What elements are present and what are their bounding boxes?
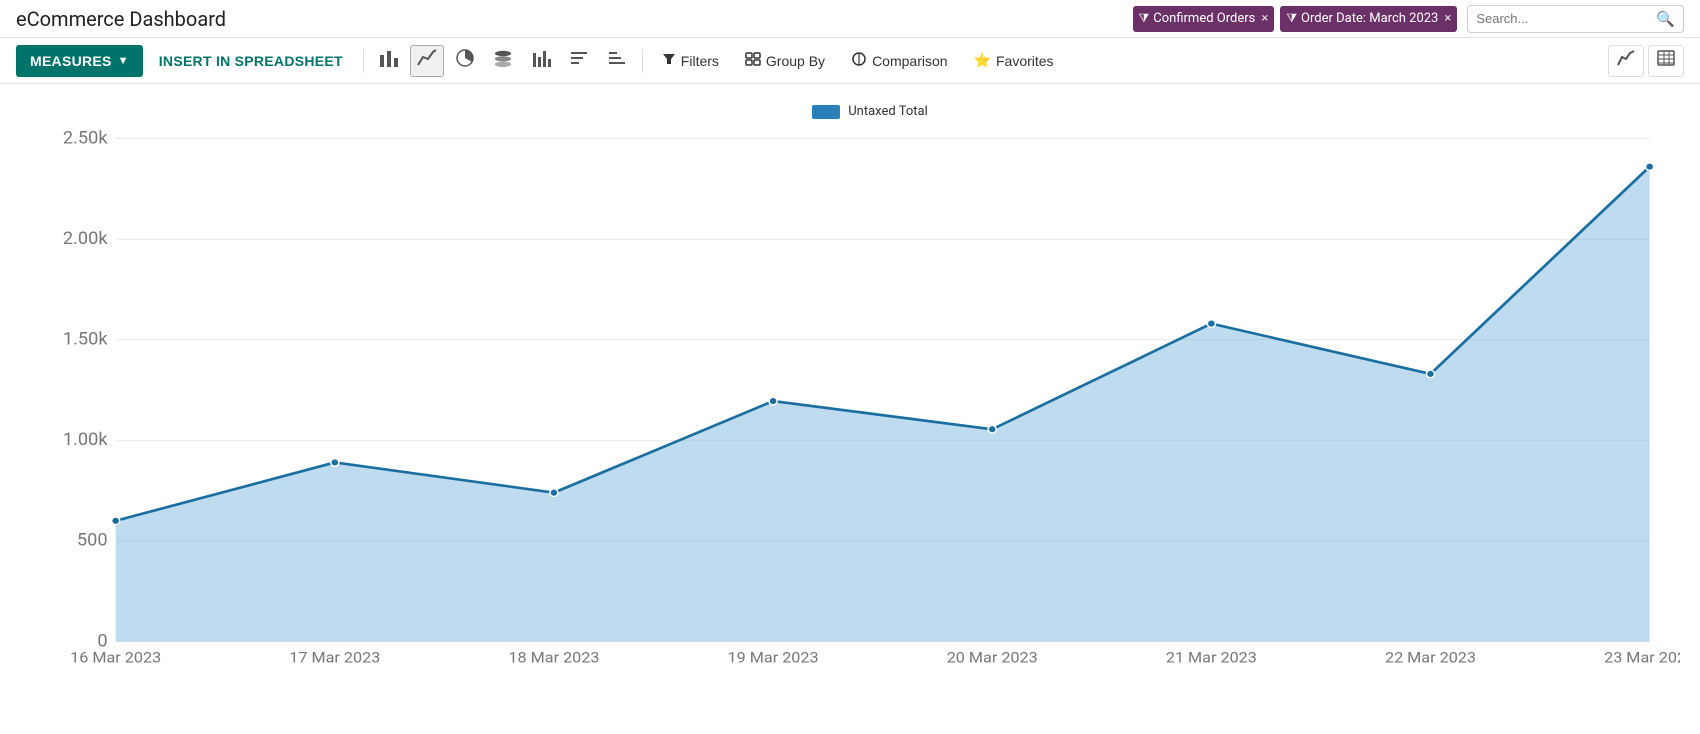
- funnel-icon-1: ⧩: [1139, 11, 1150, 26]
- chart-area: Untaxed Total 05001.00k1.50k2.00k2.50k16…: [0, 84, 1700, 734]
- pie-chart-icon: [455, 49, 475, 72]
- search-box[interactable]: 🔍: [1467, 5, 1684, 33]
- svg-text:21 Mar 2023: 21 Mar 2023: [1166, 648, 1257, 666]
- chart-view-button[interactable]: [1608, 45, 1644, 77]
- svg-text:1.00k: 1.00k: [63, 431, 108, 450]
- groupby-label: Group By: [766, 53, 825, 69]
- stack-chart-button[interactable]: [486, 45, 520, 77]
- svg-text:23 Mar 2023: 23 Mar 2023: [1604, 648, 1680, 666]
- filter-chips: ⧩ Confirmed Orders × ⧩ Order Date: March…: [1133, 6, 1458, 32]
- filters-icon: [662, 52, 676, 69]
- filter-chip-order-date-close[interactable]: ×: [1444, 11, 1451, 26]
- svg-text:2.50k: 2.50k: [63, 129, 108, 148]
- sort-desc-icon: [569, 49, 589, 72]
- svg-text:17 Mar 2023: 17 Mar 2023: [289, 648, 380, 666]
- measures-button[interactable]: MEASURES ▼: [16, 45, 143, 77]
- legend-label: Untaxed Total: [848, 104, 927, 119]
- header: eCommerce Dashboard ⧩ Confirmed Orders ×…: [0, 0, 1700, 38]
- insert-spreadsheet-button[interactable]: INSERT IN SPREADSHEET: [147, 45, 355, 77]
- divider-1: [363, 49, 364, 73]
- sort-asc-button[interactable]: [600, 45, 634, 77]
- divider-2: [642, 49, 643, 73]
- line-chart-svg: 05001.00k1.50k2.00k2.50k16 Mar 202317 Ma…: [60, 129, 1680, 689]
- groupby-button[interactable]: Group By: [734, 45, 836, 77]
- table-view-button[interactable]: [1648, 45, 1684, 77]
- search-input[interactable]: [1476, 11, 1656, 26]
- line-chart-icon: [417, 49, 437, 72]
- sort-asc-icon: [607, 49, 627, 72]
- chart-view-icon: [1617, 50, 1635, 71]
- legend-color-box: [812, 105, 840, 119]
- sort-desc-button[interactable]: [562, 45, 596, 77]
- svg-text:20 Mar 2023: 20 Mar 2023: [947, 648, 1038, 666]
- svg-text:19 Mar 2023: 19 Mar 2023: [728, 648, 819, 666]
- stack-chart-icon: [493, 49, 513, 72]
- small-bar-button[interactable]: [524, 45, 558, 77]
- funnel-icon-2: ⧩: [1286, 11, 1297, 26]
- svg-text:2.00k: 2.00k: [63, 229, 108, 248]
- table-view-icon: [1657, 50, 1675, 71]
- small-bar-icon: [531, 49, 551, 72]
- svg-text:18 Mar 2023: 18 Mar 2023: [508, 648, 599, 666]
- insert-spreadsheet-label: INSERT IN SPREADSHEET: [159, 53, 343, 69]
- filter-chip-order-date[interactable]: ⧩ Order Date: March 2023 ×: [1280, 6, 1457, 32]
- filter-chip-confirmed-orders-label: Confirmed Orders: [1153, 11, 1255, 26]
- measures-label: MEASURES: [30, 53, 112, 69]
- comparison-button[interactable]: Comparison: [840, 45, 958, 77]
- chart-svg-wrapper: 05001.00k1.50k2.00k2.50k16 Mar 202317 Ma…: [60, 129, 1680, 689]
- line-chart-button[interactable]: [410, 45, 444, 77]
- comparison-label: Comparison: [872, 53, 947, 69]
- pie-chart-button[interactable]: [448, 45, 482, 77]
- comparison-icon: [851, 52, 867, 69]
- svg-text:1.50k: 1.50k: [63, 330, 108, 349]
- svg-text:16 Mar 2023: 16 Mar 2023: [70, 648, 161, 666]
- app-title: eCommerce Dashboard: [16, 7, 226, 31]
- search-icon-button[interactable]: 🔍: [1656, 10, 1675, 28]
- chart-legend: Untaxed Total: [60, 104, 1680, 119]
- bar-chart-button[interactable]: [372, 45, 406, 77]
- filters-button[interactable]: Filters: [651, 45, 730, 77]
- filter-chip-confirmed-orders-close[interactable]: ×: [1261, 11, 1268, 26]
- svg-text:22 Mar 2023: 22 Mar 2023: [1385, 648, 1476, 666]
- favorites-icon: ⭐: [974, 52, 991, 69]
- measures-caret: ▼: [118, 55, 129, 67]
- filter-chip-order-date-label: Order Date: March 2023: [1301, 11, 1438, 26]
- filter-chip-confirmed-orders[interactable]: ⧩ Confirmed Orders ×: [1133, 6, 1275, 32]
- favorites-label: Favorites: [996, 53, 1054, 69]
- groupby-icon: [745, 52, 761, 69]
- toolbar: MEASURES ▼ INSERT IN SPREADSHEET: [0, 38, 1700, 84]
- favorites-button[interactable]: ⭐ Favorites: [963, 45, 1065, 77]
- svg-text:500: 500: [77, 531, 108, 550]
- bar-chart-icon: [379, 49, 399, 72]
- filters-label: Filters: [681, 53, 719, 69]
